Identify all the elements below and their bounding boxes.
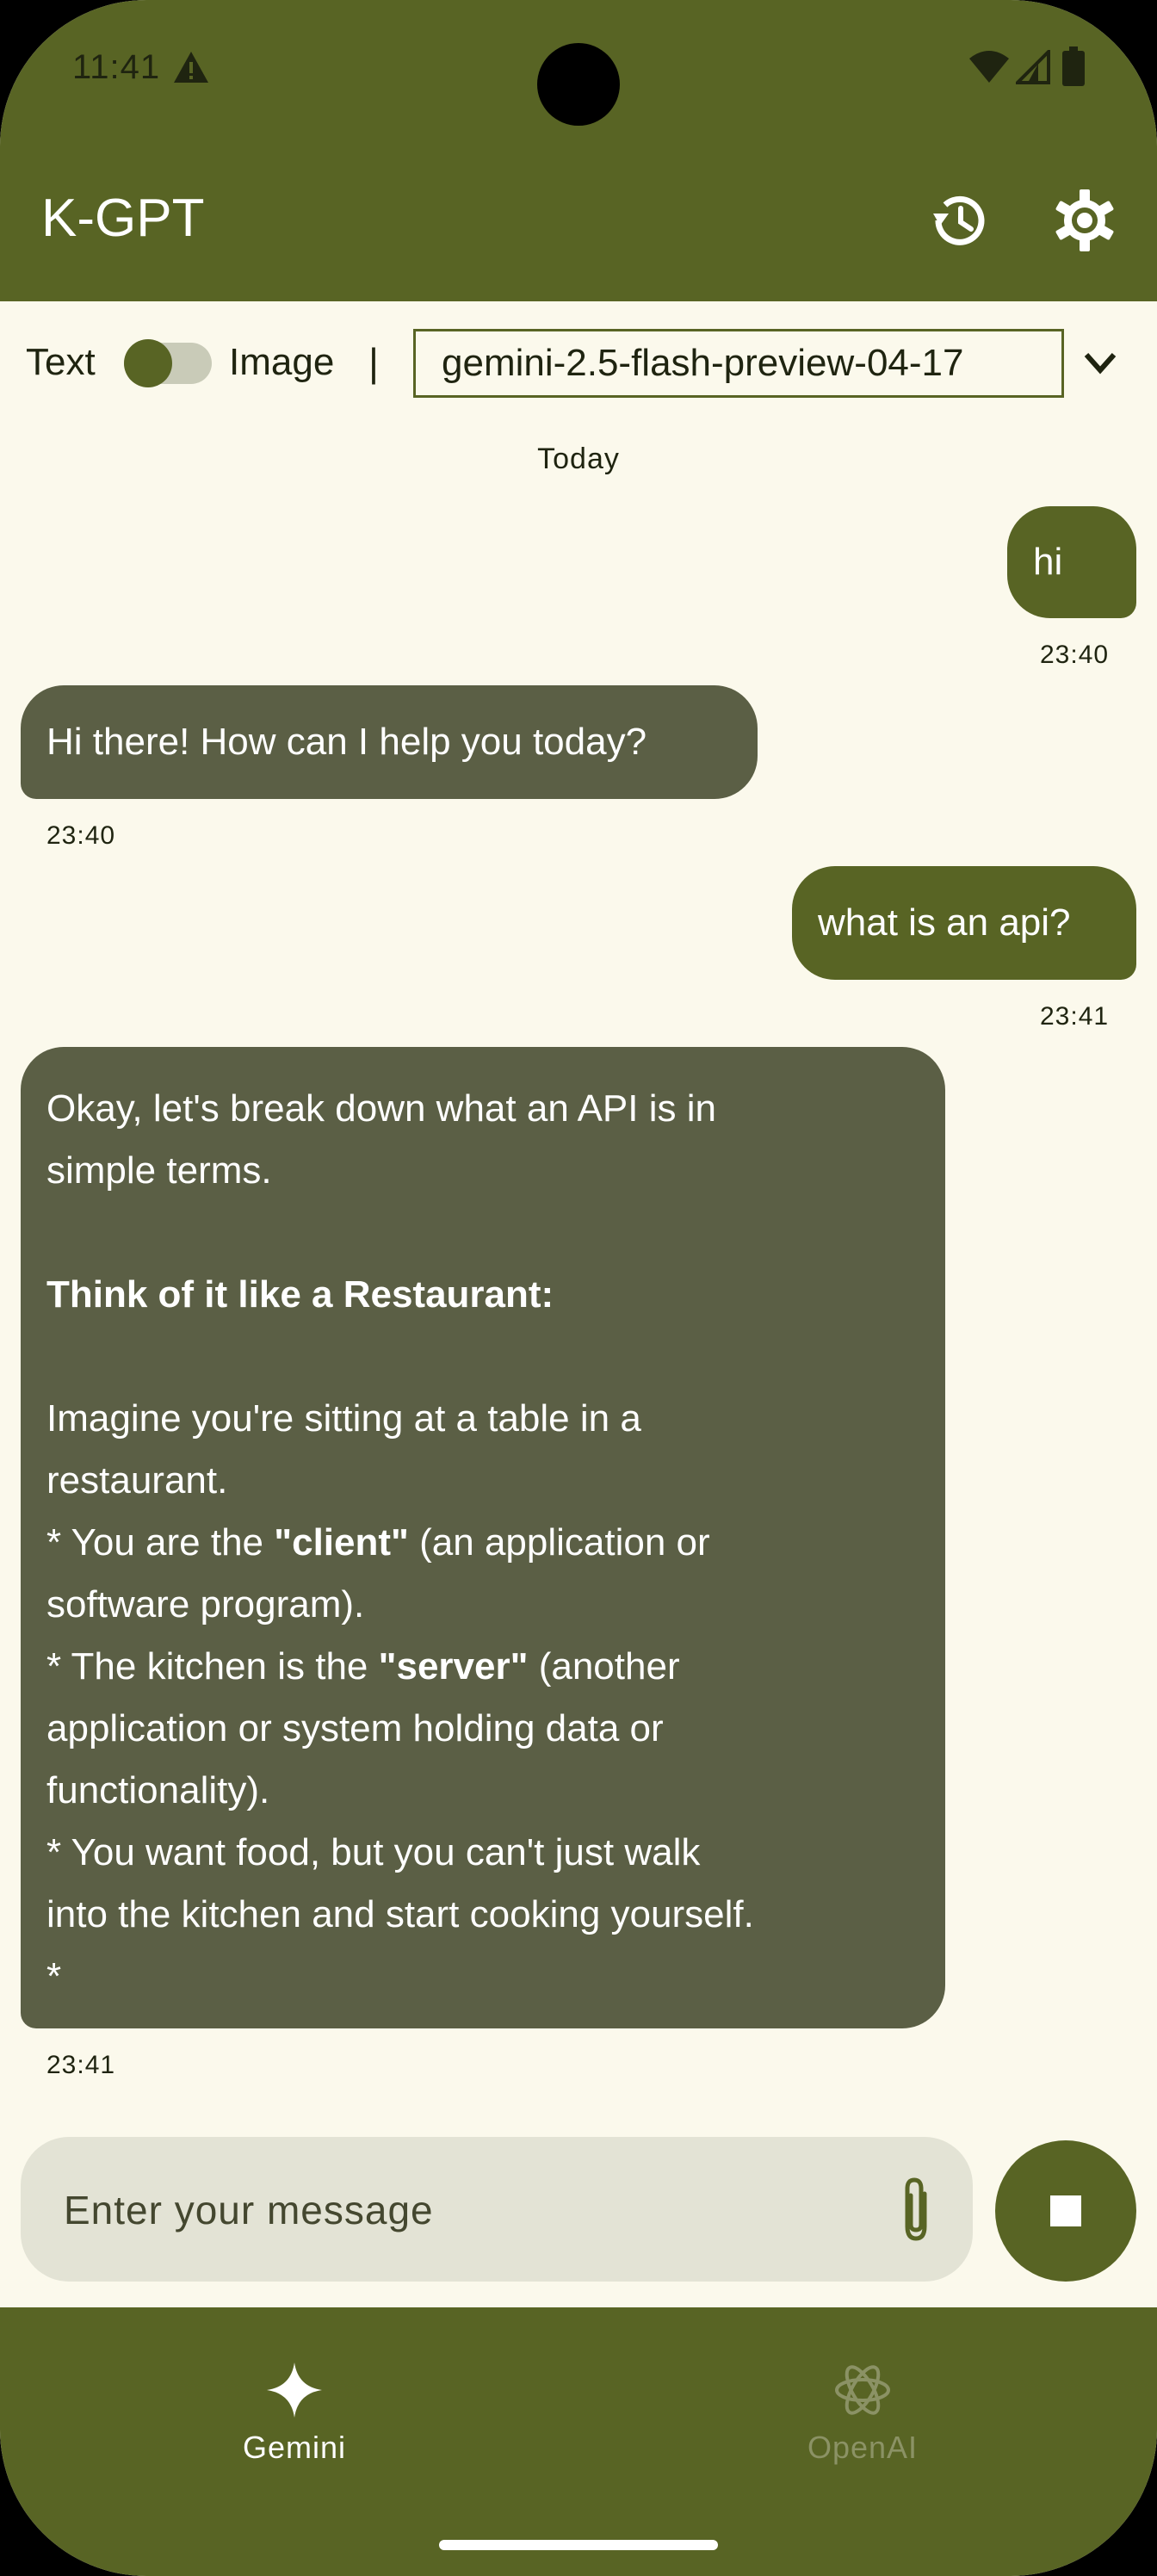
message-input[interactable] — [62, 2137, 840, 2283]
text-mode-label: Text — [26, 341, 96, 383]
text-image-toggle[interactable] — [124, 339, 212, 387]
composer — [21, 2137, 973, 2283]
message-line: into the kitchen and start cooking yours… — [46, 1893, 754, 1935]
message-timestamp: 23:40 — [1040, 641, 1110, 669]
home-indicator[interactable] — [439, 2540, 718, 2550]
wifi-icon — [969, 51, 1009, 83]
message-line: Okay, let's break down what an API is in — [46, 1087, 716, 1130]
app-title: K-GPT — [41, 189, 205, 248]
nav-label: Gemini — [242, 2430, 347, 2465]
bottom-navigation: Gemini OpenAI — [0, 2307, 1157, 2576]
gear-icon[interactable] — [1052, 188, 1117, 253]
message-line: * — [46, 1955, 62, 1997]
message-line: * You are the "client" (an application o… — [46, 1521, 710, 1564]
user-message: what is an api? — [792, 866, 1136, 980]
warning-icon — [174, 52, 208, 83]
camera-cutout — [537, 43, 620, 126]
message-line — [46, 1326, 919, 1388]
nav-label: OpenAI — [807, 2430, 919, 2465]
separator: | — [368, 340, 379, 385]
message-line: application or system holding data or — [46, 1707, 664, 1749]
chevron-down-icon[interactable] — [1081, 346, 1119, 381]
message-line — [46, 1202, 919, 1264]
nav-item-gemini[interactable]: Gemini — [165, 2359, 424, 2488]
sparkle-icon — [267, 2362, 322, 2418]
message-line: Imagine you're sitting at a table in a — [46, 1397, 641, 1440]
message-line: restaurant. — [46, 1459, 228, 1502]
history-icon[interactable] — [926, 188, 992, 253]
app-header: 11:41 K-GPT — [0, 0, 1157, 301]
assistant-message: Okay, let's break down what an API is in… — [21, 1047, 945, 2028]
date-divider: Today — [537, 443, 620, 475]
battery-icon — [1062, 46, 1085, 86]
openai-icon — [835, 2365, 890, 2415]
message-timestamp: 23:40 — [46, 821, 116, 850]
message-timestamp: 23:41 — [1040, 1002, 1110, 1031]
stop-button[interactable] — [995, 2140, 1136, 2282]
message-line: simple terms. — [46, 1149, 272, 1192]
assistant-message: Hi there! How can I help you today? — [21, 685, 758, 799]
message-line: functionality). — [46, 1769, 270, 1811]
nav-item-openai[interactable]: OpenAI — [733, 2359, 992, 2488]
phone-screen: 11:41 K-GPT Text Image | gemini-2.5-flas… — [0, 0, 1157, 2576]
message-timestamp: 23:41 — [46, 2051, 116, 2079]
toggle-thumb — [124, 339, 172, 387]
message-line: * You want food, but you can't just walk — [46, 1831, 701, 1873]
status-time: 11:41 — [72, 48, 161, 86]
stop-icon — [1050, 2195, 1081, 2226]
user-message: hi — [1007, 506, 1136, 618]
paperclip-icon[interactable] — [890, 2175, 942, 2244]
model-select[interactable]: gemini-2.5-flash-preview-04-17 — [413, 329, 1064, 398]
image-mode-label: Image — [229, 341, 335, 383]
message-line: software program). — [46, 1583, 365, 1625]
cellular-signal-icon — [1016, 50, 1050, 84]
message-line: * The kitchen is the "server" (another — [46, 1645, 680, 1687]
mode-bar: Text Image | gemini-2.5-flash-preview-04… — [0, 301, 1157, 422]
message-heading: Think of it like a Restaurant: — [46, 1273, 554, 1316]
